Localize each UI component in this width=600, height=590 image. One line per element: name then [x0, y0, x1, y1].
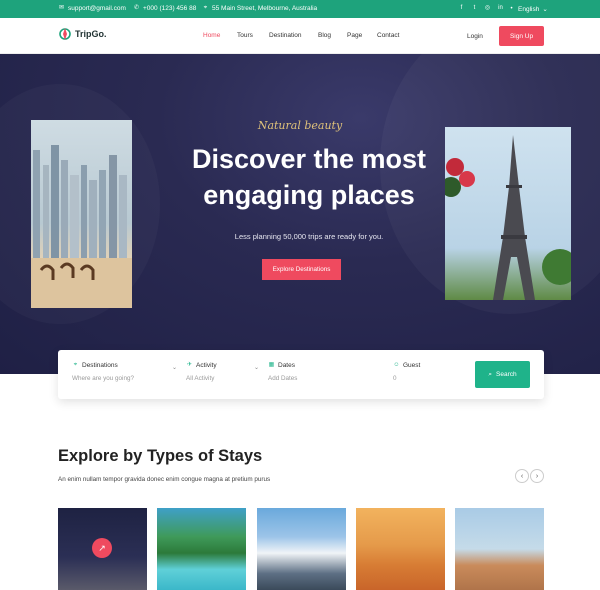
facebook-icon[interactable]: f	[458, 5, 465, 12]
search-button[interactable]: ⌕ Search	[475, 361, 530, 388]
carousel-next-button[interactable]: ›	[530, 469, 544, 483]
dubai-photo	[31, 120, 132, 308]
brand-name: TripGo.	[75, 29, 107, 39]
globe-icon: •	[510, 5, 513, 12]
nav-destination[interactable]: Destination	[269, 32, 302, 39]
section-subtitle: An enim nullam tempor gravida donec enim…	[58, 476, 271, 483]
activity-label: Activity	[196, 362, 217, 369]
email-text: support@gmail.com	[68, 5, 126, 12]
phone-text: +000 (123) 456 88	[143, 5, 197, 12]
guest-label: Guest	[403, 362, 421, 369]
section-title: Explore by Types of Stays	[58, 447, 263, 465]
signup-button[interactable]: Sign Up	[499, 26, 544, 46]
dates-field[interactable]: ▦ Dates Add Dates	[268, 362, 297, 382]
carousel-prev-button[interactable]: ‹	[515, 469, 529, 483]
search-panel: ⌖ Destinations Where are you going? ⌄ ✈ Ac…	[58, 350, 544, 399]
mail-icon: ✉	[58, 5, 65, 11]
nav-tours[interactable]: Tours	[237, 32, 253, 39]
plane-icon: ✈	[186, 362, 193, 368]
map-pin-icon: ⌖	[73, 362, 78, 368]
chevron-down-icon: ⌄	[542, 6, 548, 13]
instagram-icon[interactable]: ◎	[484, 5, 491, 12]
linkedin-icon[interactable]: in	[497, 5, 504, 12]
stay-card[interactable]	[455, 508, 544, 590]
stay-card[interactable]	[356, 508, 445, 590]
guest-value: 0	[393, 375, 397, 382]
user-icon: ☺	[393, 362, 400, 368]
logo[interactable]: TripGo.	[58, 27, 107, 41]
address-contact: ⌖ 55 Main Street, Melbourne, Australia	[202, 5, 317, 12]
phone-icon: ✆	[133, 5, 140, 11]
stay-card[interactable]	[257, 508, 346, 590]
chevron-left-icon: ‹	[520, 472, 524, 480]
email-contact[interactable]: ✉ support@gmail.com	[58, 5, 126, 12]
stay-card[interactable]	[157, 508, 246, 590]
activity-value: All Activity	[186, 375, 215, 382]
phone-contact[interactable]: ✆ +000 (123) 456 88	[133, 5, 196, 12]
hero-section	[0, 54, 600, 374]
language-label: English	[518, 5, 540, 13]
activity-field[interactable]: ✈ Activity All Activity	[186, 362, 217, 382]
dates-value: Add Dates	[268, 375, 298, 382]
explore-destinations-button[interactable]: Explore Destinations	[262, 259, 341, 280]
hero-subtitle: Less planning 50,000 trips are ready for…	[234, 232, 384, 241]
dates-label: Dates	[278, 362, 295, 369]
hero-title: Discover the most engaging places	[191, 144, 427, 210]
login-link[interactable]: Login	[467, 33, 483, 40]
nav-home[interactable]: Home	[203, 32, 220, 39]
social-links: f t ◎ in	[458, 5, 504, 12]
search-button-label: Search	[496, 371, 517, 378]
arrow-up-right-icon[interactable]: ↗	[92, 538, 112, 558]
language-selector[interactable]: • English ⌄	[508, 5, 548, 14]
logo-icon	[59, 28, 71, 40]
hero-script-text: Natural beauty	[257, 119, 343, 132]
chevron-down-icon[interactable]: ⌄	[172, 364, 177, 371]
nav-page[interactable]: Page	[347, 32, 362, 39]
top-bar: ✉ support@gmail.com ✆ +000 (123) 456 88 …	[0, 0, 600, 18]
destination-label: Destinations	[82, 362, 118, 369]
destination-placeholder: Where are you going?	[72, 375, 134, 382]
destination-field[interactable]: ⌖ Destinations Where are you going?	[72, 362, 134, 382]
nav-blog[interactable]: Blog	[318, 32, 331, 39]
search-icon: ⌕	[488, 370, 493, 378]
city-skyline-image	[31, 145, 132, 308]
location-icon: ⌖	[203, 5, 208, 11]
nav-contact[interactable]: Contact	[377, 32, 399, 39]
chevron-right-icon: ›	[535, 472, 539, 480]
guest-field[interactable]: ☺ Guest 0	[393, 362, 420, 382]
address-text: 55 Main Street, Melbourne, Australia	[212, 5, 318, 12]
chevron-down-icon[interactable]: ⌄	[254, 364, 259, 371]
calendar-icon: ▦	[268, 362, 275, 368]
site-header: TripGo. Home Tours Destination Blog Page…	[0, 18, 600, 54]
twitter-icon[interactable]: t	[471, 5, 478, 12]
